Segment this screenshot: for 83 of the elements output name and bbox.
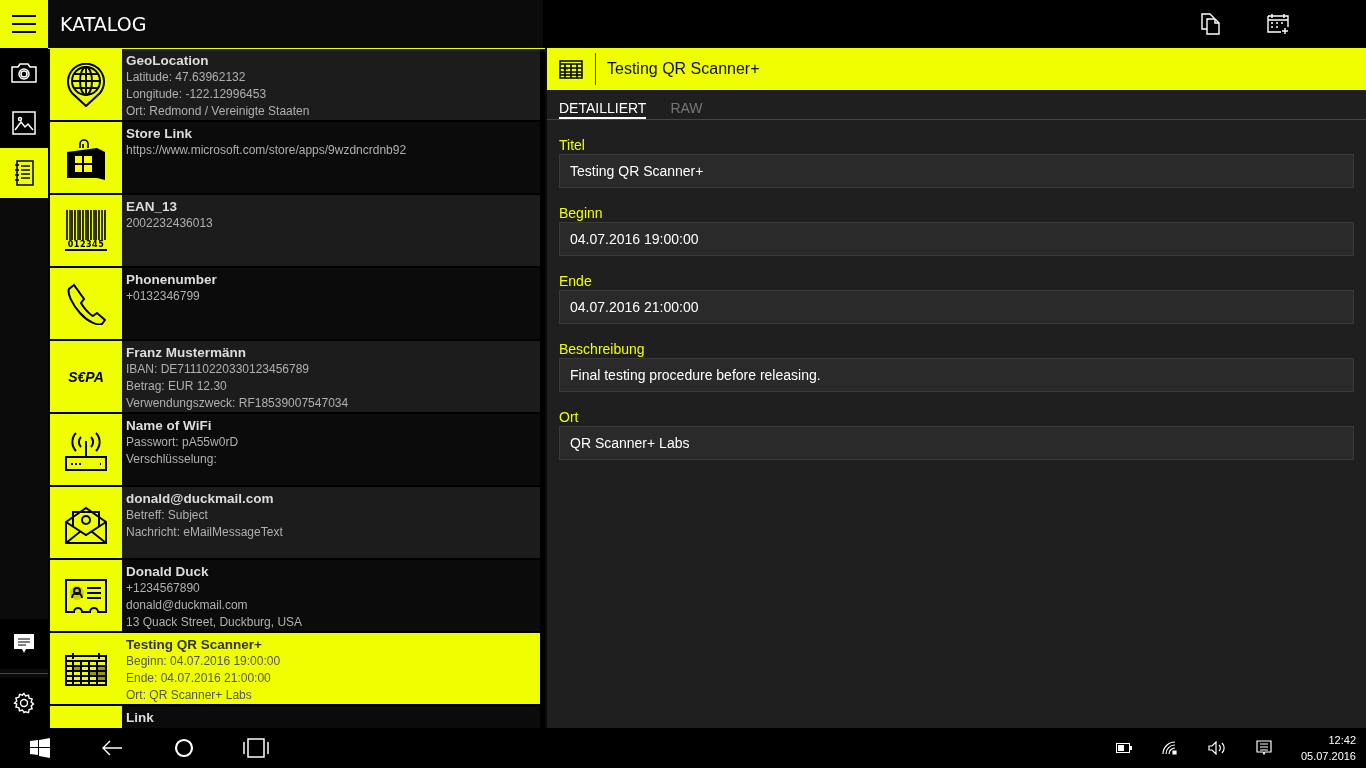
item-detail: Verwendungszweck: RF18539007547034	[126, 395, 349, 412]
calendar-add-icon	[1267, 13, 1291, 35]
text-field[interactable]: Testing QR Scanner+	[559, 154, 1354, 188]
contact-card-icon	[65, 578, 107, 613]
item-title: Phonenumber	[126, 271, 217, 288]
detail-title: Testing QR Scanner+	[607, 60, 760, 78]
battery-icon[interactable]	[1115, 743, 1132, 753]
catalog-item[interactable]: 012345 EAN_13 2002232436013	[50, 195, 540, 266]
item-detail: +0132346799	[126, 288, 201, 305]
sepa-logo: S€PA	[68, 368, 104, 385]
item-detail: Betreff: Subject	[126, 507, 209, 524]
calendar-icon	[65, 651, 107, 686]
calendar-icon	[559, 59, 583, 79]
tab[interactable]: DETAILLIERT	[559, 100, 647, 119]
item-title: Link	[126, 709, 154, 726]
item-detail: Ort: Redmond / Vereinigte Staaten	[126, 103, 310, 120]
item-detail: Nachricht: eMailMessageText	[126, 524, 283, 541]
field-label: Ort	[559, 408, 580, 426]
circle-icon	[174, 738, 194, 758]
wifi-icon[interactable]	[1161, 741, 1178, 755]
item-detail: 2002232436013	[126, 215, 213, 232]
item-title: donald@duckmail.com	[126, 490, 275, 507]
settings-icon	[13, 692, 35, 714]
item-detail: donald@duckmail.com	[126, 597, 249, 614]
item-detail: Passwort: pA55w0rD	[126, 434, 239, 451]
menu-icon	[12, 15, 36, 33]
item-detail: Beginn: 04.07.2016 19:00:00	[126, 653, 281, 670]
copy-icon	[1201, 13, 1221, 35]
item-title: EAN_13	[126, 198, 179, 215]
camera-icon	[11, 63, 37, 83]
item-detail: Betrag: EUR 12.30	[126, 378, 228, 395]
catalog-button[interactable]	[0, 148, 48, 198]
task-view-icon	[243, 738, 269, 758]
item-detail: https://www.microsoft.com/store/apps/9wzdncrdnb92	[126, 142, 407, 159]
back-arrow-icon	[101, 740, 123, 756]
catalog-item[interactable]: Link	[50, 706, 540, 728]
item-detail: Verschlüsselung:	[126, 451, 218, 468]
notifications-icon[interactable]	[1255, 740, 1272, 756]
catalog-item[interactable]: Store Link https://www.microsoft.com/store/apps/9wzdncrdnb92	[50, 122, 540, 193]
camera-button[interactable]	[0, 48, 48, 98]
item-detail: +1234567890	[126, 580, 201, 597]
field-label: Beginn	[559, 204, 604, 222]
item-title: Name of WiFi	[126, 417, 213, 434]
item-detail: Latitude: 47.63962132	[126, 69, 247, 86]
menu-button[interactable]	[0, 0, 48, 48]
catalog-item[interactable]: Name of WiFi Passwort: pA55w0rD Verschlüsselung:	[50, 414, 540, 485]
catalog-item[interactable]: Testing QR Scanner+ Beginn: 04.07.2016 19:00:00 Ende: 04.07.2016 21:00:00 Ort: QR Scanner+ Labs	[50, 633, 540, 704]
item-title: GeoLocation	[126, 52, 210, 69]
item-detail: Ende: 04.07.2016 21:00:00	[126, 670, 272, 687]
catalog-item[interactable]: GeoLocation Latitude: 47.63962132 Longitude: -122.12996453 Ort: Redmond / Vereinigte Staaten	[50, 49, 540, 120]
item-detail: Longitude: -122.12996453	[126, 86, 268, 103]
text-field[interactable]: QR Scanner+ Labs	[559, 426, 1354, 460]
notebook-icon	[13, 160, 35, 186]
volume-icon[interactable]	[1207, 741, 1226, 755]
image-button[interactable]	[0, 98, 48, 148]
item-title: Franz Mustermänn	[126, 344, 248, 361]
tab[interactable]: RAW	[670, 100, 703, 119]
windows-logo-icon	[30, 738, 50, 758]
clock-date: 05.07.2016	[1300, 749, 1356, 764]
text-field[interactable]: Final testing procedure before releasing.	[559, 358, 1354, 392]
globe-pin-icon	[66, 62, 106, 107]
feedback-button[interactable]	[0, 619, 48, 669]
item-title: Store Link	[126, 125, 193, 142]
app-title: KATALOG	[48, 0, 543, 48]
item-detail: 13 Quack Street, Duckburg, USA	[126, 614, 303, 631]
text-field[interactable]: 04.07.2016 21:00:00	[559, 290, 1354, 324]
clock-time: 12:42	[1328, 733, 1356, 748]
field-label: Ende	[559, 272, 593, 290]
catalog-item[interactable]: S€PA Franz Mustermänn IBAN: DE71110220330123456789 Betrag: EUR 12.30 Verwendungszweck: RF18539007547034	[50, 341, 540, 412]
feedback-icon	[13, 633, 35, 655]
phone-icon	[66, 282, 106, 325]
catalog-item[interactable]: donald@duckmail.com Betreff: Subject Nachricht: eMailMessageText	[50, 487, 540, 558]
settings-button[interactable]	[0, 678, 48, 728]
item-detail: IBAN: DE71110220330123456789	[126, 361, 311, 378]
item-title: Testing QR Scanner+	[126, 636, 263, 653]
image-icon	[12, 111, 36, 135]
field-label: Beschreibung	[559, 340, 646, 358]
item-detail: Ort: QR Scanner+ Labs	[126, 687, 253, 704]
text-field[interactable]: 04.07.2016 19:00:00	[559, 222, 1354, 256]
catalog-item[interactable]: Donald Duck +1234567890 donald@duckmail.com 13 Quack Street, Duckburg, USA	[50, 560, 540, 631]
item-title: Donald Duck	[126, 563, 210, 580]
catalog-item[interactable]: Phonenumber +0132346799	[50, 268, 540, 339]
field-label: Titel	[559, 136, 586, 154]
